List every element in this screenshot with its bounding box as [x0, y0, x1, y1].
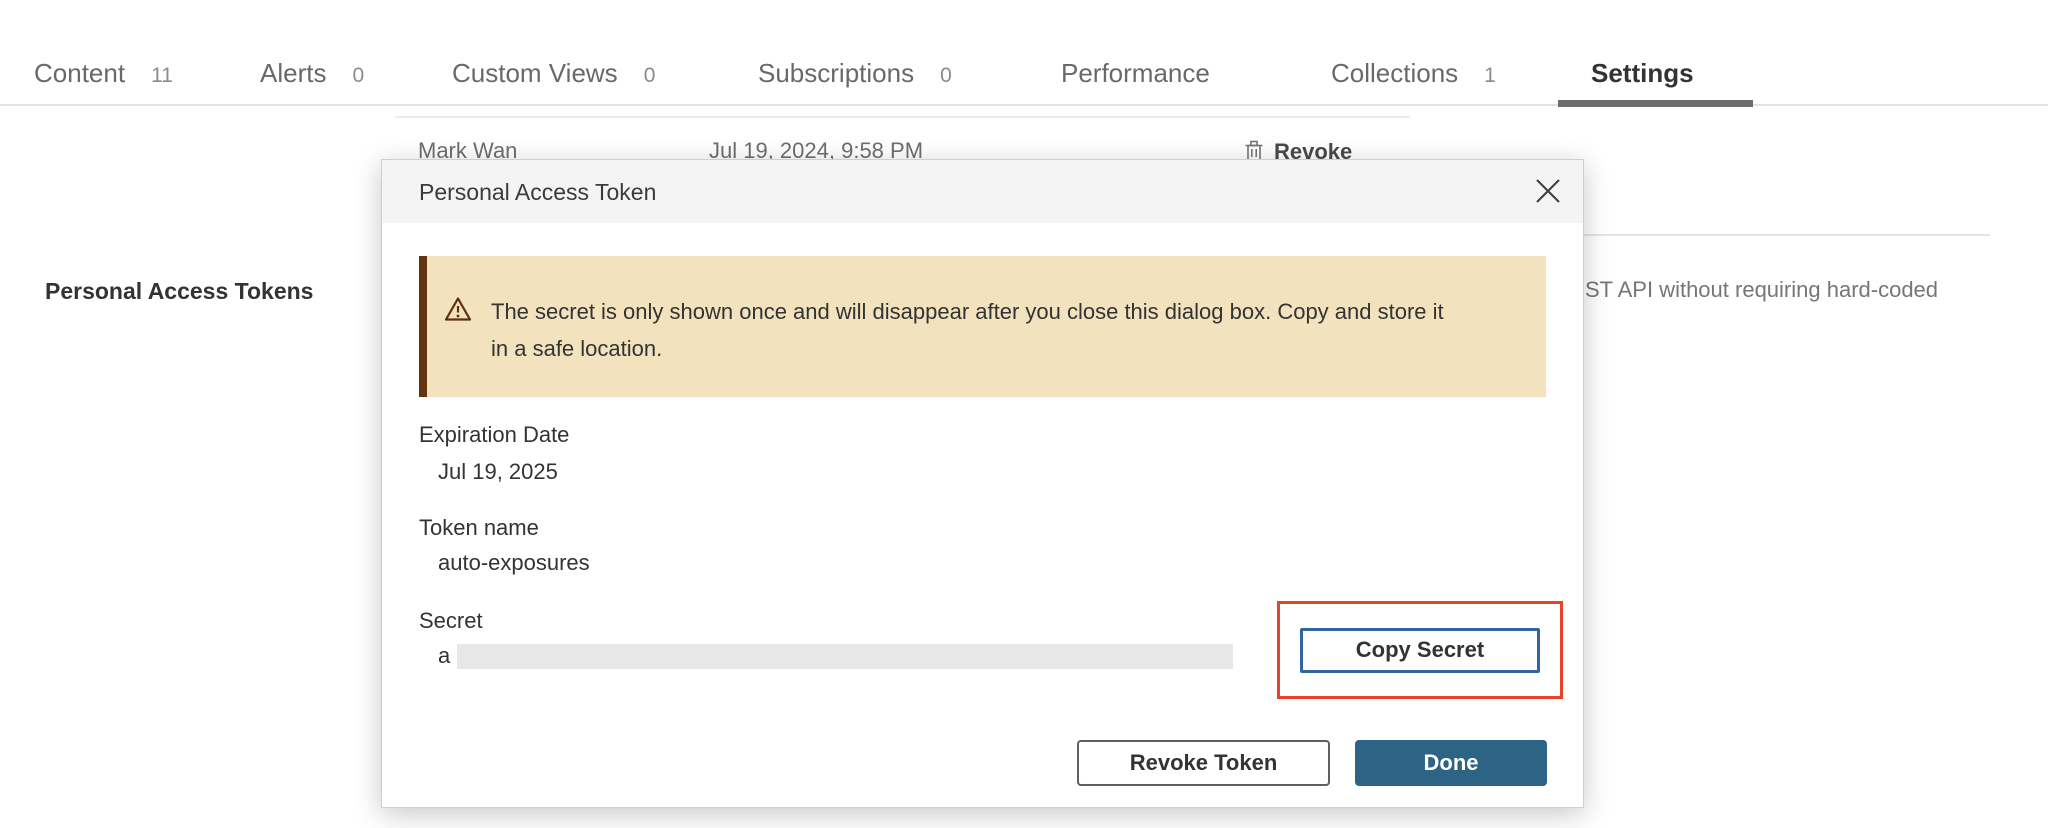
- tab-label: Performance: [1061, 58, 1210, 89]
- secret-value-visible-char: a: [438, 643, 450, 669]
- warning-text: The secret is only shown once and will d…: [491, 293, 1456, 367]
- secret-warning-banner: The secret is only shown once and will d…: [419, 256, 1546, 397]
- tab-count: 1: [1484, 64, 1496, 88]
- close-icon: [1535, 178, 1561, 207]
- secret-label: Secret: [419, 608, 483, 634]
- revoke-token-button[interactable]: Revoke Token: [1077, 740, 1330, 786]
- active-tab-underline: [1558, 100, 1753, 107]
- annotation-highlight-rectangle: Copy Secret: [1277, 601, 1563, 699]
- screen: Content 11 Alerts 0 Custom Views 0 Subsc…: [0, 0, 2048, 828]
- tab-custom-views[interactable]: Custom Views 0: [452, 58, 655, 89]
- tab-bar: Content 11 Alerts 0 Custom Views 0 Subsc…: [0, 0, 2048, 106]
- token-name-label: Token name: [419, 515, 539, 541]
- done-button[interactable]: Done: [1355, 740, 1547, 786]
- dialog-close-button[interactable]: [1533, 177, 1563, 207]
- warning-icon: [444, 296, 472, 327]
- secret-value-row: a: [438, 643, 1233, 669]
- section-heading-personal-access-tokens: Personal Access Tokens: [45, 278, 313, 305]
- tab-label: Content: [34, 58, 125, 89]
- tab-label: Custom Views: [452, 58, 618, 89]
- tab-subscriptions[interactable]: Subscriptions 0: [758, 58, 952, 89]
- dialog-title: Personal Access Token: [419, 179, 656, 206]
- tab-label: Subscriptions: [758, 58, 914, 89]
- tab-settings[interactable]: Settings: [1591, 58, 1694, 89]
- tab-label: Collections: [1331, 58, 1458, 89]
- tab-count: 0: [352, 64, 364, 88]
- tab-count: 0: [644, 64, 656, 88]
- dialog-header: Personal Access Token: [382, 160, 1583, 223]
- personal-access-token-dialog: Personal Access Token: [381, 159, 1584, 808]
- expiration-date-label: Expiration Date: [419, 422, 569, 448]
- token-name-value: auto-exposures: [438, 550, 590, 576]
- tab-collections[interactable]: Collections 1: [1331, 58, 1496, 89]
- tab-label: Alerts: [260, 58, 326, 89]
- settings-section-divider: [1584, 234, 1990, 236]
- secret-value-masked-bar: [457, 644, 1233, 669]
- tab-label: Settings: [1591, 58, 1694, 89]
- tab-performance[interactable]: Performance: [1061, 58, 1210, 89]
- tab-content[interactable]: Content 11: [34, 58, 173, 89]
- section-description-clipped: ST API without requiring hard-coded: [1585, 277, 1938, 303]
- token-table-divider: [395, 116, 1410, 118]
- tab-count: 0: [940, 64, 952, 88]
- tab-count: 11: [151, 64, 173, 88]
- expiration-date-value: Jul 19, 2025: [438, 459, 558, 485]
- tab-alerts[interactable]: Alerts 0: [260, 58, 364, 89]
- copy-secret-button[interactable]: Copy Secret: [1300, 628, 1540, 673]
